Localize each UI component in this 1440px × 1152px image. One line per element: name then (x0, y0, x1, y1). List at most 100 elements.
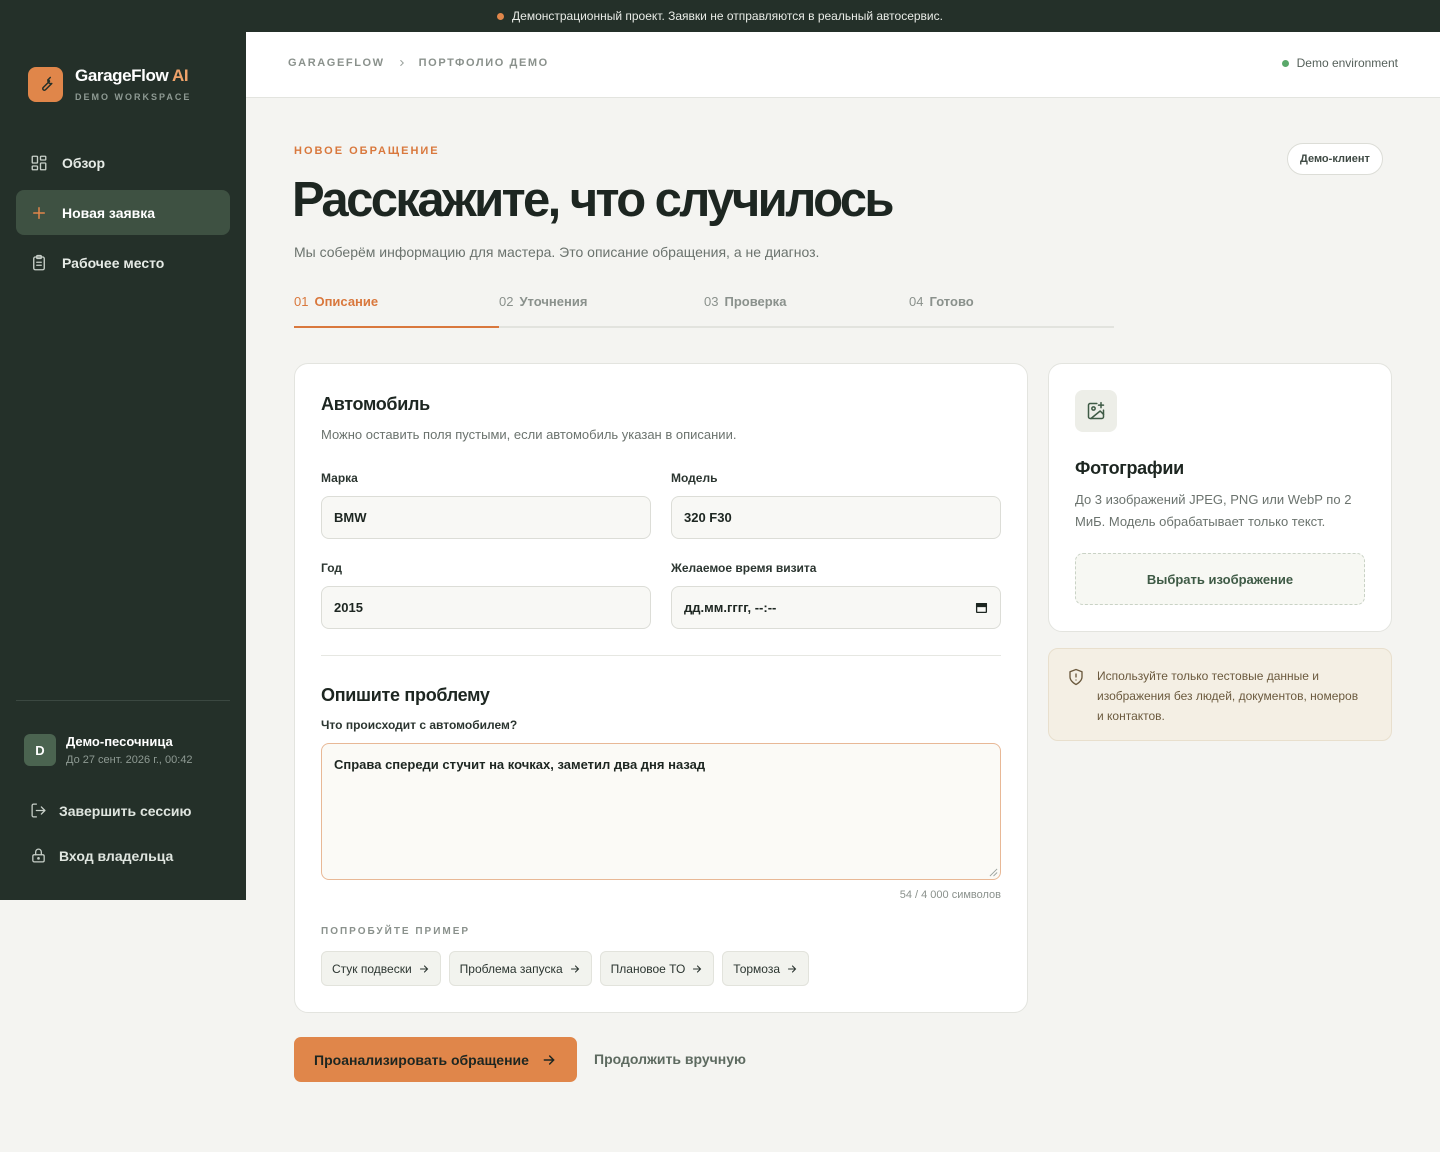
avatar: D (24, 734, 56, 766)
clipboard-icon (33, 254, 45, 270)
arrow-right-icon (570, 964, 579, 973)
problem-section-title: Опишите проблему (321, 685, 490, 705)
resize-handle-icon[interactable] (989, 868, 998, 877)
example-chip-label: Проблема запуска (459, 961, 563, 976)
step-label: Готово (929, 294, 974, 309)
page-eyebrow: НОВОЕ ОБРАЩЕНИЕ (294, 145, 440, 157)
sidebar-divider (16, 700, 230, 701)
problem-question-label: Что происходит с автомобилем? (321, 718, 518, 732)
brand-name-accent: AI (172, 66, 189, 85)
year-value: 2015 (334, 600, 363, 615)
session-expiry: До 27 сент. 2026 г., 00:42 (66, 754, 193, 766)
sidebar-item-label: Новая заявка (62, 204, 156, 221)
continue-manually-link[interactable]: Продолжить вручную (594, 1051, 746, 1067)
arrow-right-icon (543, 1054, 555, 1065)
page-title: Расскажите, что случилось (292, 173, 895, 227)
example-chip-suspension[interactable]: Стук подвески (321, 951, 441, 986)
visit-time-placeholder: дд.мм.гггг, --:-- (684, 600, 777, 615)
step-label: Уточнения (519, 294, 588, 309)
photos-description: До 3 изображений JPEG, PNG или WebP по 2… (1075, 492, 1352, 529)
model-label: Модель (671, 471, 718, 485)
visit-time-label: Желаемое время визита (671, 561, 817, 575)
plus-icon (33, 206, 45, 219)
arrow-right-icon (419, 964, 428, 973)
step-review[interactable]: 03 Проверка (704, 294, 909, 328)
brand-name: GarageFlow AI (75, 66, 189, 85)
year-field[interactable]: 2015 (321, 586, 651, 629)
breadcrumb-item[interactable]: GARAGEFLOW (288, 57, 385, 69)
photos-card: Фотографии До 3 изображений JPEG, PNG ил… (1048, 363, 1392, 632)
section-divider (321, 655, 1001, 656)
arrow-right-icon (693, 964, 702, 973)
sidebar-item-workplace[interactable]: Рабочее место (16, 240, 230, 285)
environment-badge: Demo environment (1281, 56, 1398, 70)
step-label: Описание (314, 294, 379, 309)
user-name: Демо-песочница (66, 734, 173, 749)
logout-label: Завершить сессию (59, 802, 192, 819)
step-number: 03 (704, 294, 719, 309)
make-label: Марка (321, 471, 358, 485)
request-form-card: Автомобиль Можно оставить поля пустыми, … (294, 363, 1028, 1013)
demo-banner: Демонстрационный проект. Заявки не отпра… (0, 0, 1440, 32)
step-clarifications[interactable]: 02 Уточнения (499, 294, 704, 328)
make-value: BMW (334, 510, 367, 525)
analyze-button-label: Проанализировать обращение (314, 1051, 529, 1068)
model-value: 320 F30 (684, 510, 732, 525)
sidebar-item-label: Рабочее место (62, 254, 165, 271)
lock-icon (32, 848, 45, 863)
car-section-title: Автомобиль (321, 394, 430, 414)
problem-description-textarea[interactable]: Справа спереди стучит на кочках, заметил… (321, 743, 1001, 880)
photos-title: Фотографии (1075, 458, 1184, 478)
step-number: 04 (909, 294, 924, 309)
step-number: 02 (499, 294, 514, 309)
sidebar-item-new-request[interactable]: Новая заявка (16, 190, 230, 235)
top-header: GARAGEFLOW ПОРТФОЛИО ДЕМО Demo environme… (246, 32, 1440, 98)
example-chip-label: Стук подвески (332, 961, 412, 976)
step-label: Проверка (724, 294, 787, 309)
analyze-request-button[interactable]: Проанализировать обращение (294, 1037, 577, 1082)
visit-time-field[interactable]: дд.мм.гггг, --:-- (671, 586, 1001, 629)
breadcrumb: GARAGEFLOW ПОРТФОЛИО ДЕМО (288, 57, 549, 69)
demo-client-badge: Демо-клиент (1287, 143, 1383, 175)
car-section-subtitle: Можно оставить поля пустыми, если автомо… (321, 427, 737, 442)
sidebar-item-overview[interactable]: Обзор (16, 140, 230, 185)
wrench-icon (28, 66, 63, 102)
privacy-notice: Используйте только тестовые данные и изо… (1048, 648, 1392, 741)
examples-label: ПОПРОБУЙТЕ ПРИМЕР (321, 926, 471, 937)
status-dot-icon (497, 12, 505, 20)
example-chips: Стук подвески Проблема запуска Плановое … (321, 951, 810, 986)
example-chip-maintenance[interactable]: Плановое ТО (599, 951, 715, 986)
sidebar: GarageFlow AI DEMO WORKSPACE Обзор Новая… (0, 32, 246, 900)
step-description[interactable]: 01 Описание (294, 294, 499, 328)
chevron-right-icon (399, 59, 404, 67)
brand[interactable]: GarageFlow AI DEMO WORKSPACE (28, 66, 191, 102)
step-number: 01 (294, 294, 309, 309)
environment-label: Demo environment (1296, 56, 1398, 70)
logout-icon (31, 803, 46, 818)
year-label: Год (321, 561, 342, 575)
example-chip-label: Тормоза (733, 961, 781, 976)
privacy-notice-text: Используйте только тестовые данные и изо… (1097, 669, 1359, 723)
user-card: D Демо-песочница До 27 сент. 2026 г., 00… (24, 734, 193, 766)
owner-login-label: Вход владельца (59, 847, 174, 864)
grid-icon (31, 155, 47, 170)
arrow-right-icon (787, 964, 797, 973)
step-done[interactable]: 04 Готово (909, 294, 1114, 328)
image-plus-icon (1075, 390, 1117, 432)
demo-banner-text: Демонстрационный проект. Заявки не отпра… (512, 9, 943, 23)
character-counter: 54 / 4 000 символов (899, 889, 1001, 901)
model-field[interactable]: 320 F30 (671, 496, 1001, 539)
example-chip-start[interactable]: Проблема запуска (448, 951, 592, 986)
calendar-icon[interactable] (975, 601, 988, 614)
workspace-label: DEMO WORKSPACE (75, 92, 192, 102)
logout-button[interactable]: Завершить сессию (30, 802, 191, 819)
choose-image-button[interactable]: Выбрать изображение (1075, 553, 1365, 605)
status-dot-icon (1281, 59, 1289, 67)
shield-alert-icon (1069, 668, 1083, 686)
sidebar-nav: Обзор Новая заявка Рабочее место (16, 140, 230, 290)
breadcrumb-item: ПОРТФОЛИО ДЕМО (418, 57, 549, 69)
example-chip-brakes[interactable]: Тормоза (722, 951, 810, 986)
owner-login-button[interactable]: Вход владельца (30, 847, 173, 864)
stepper: 01 Описание 02 Уточнения 03 Проверка 04 Гото… (294, 294, 1114, 328)
make-field[interactable]: BMW (321, 496, 651, 539)
